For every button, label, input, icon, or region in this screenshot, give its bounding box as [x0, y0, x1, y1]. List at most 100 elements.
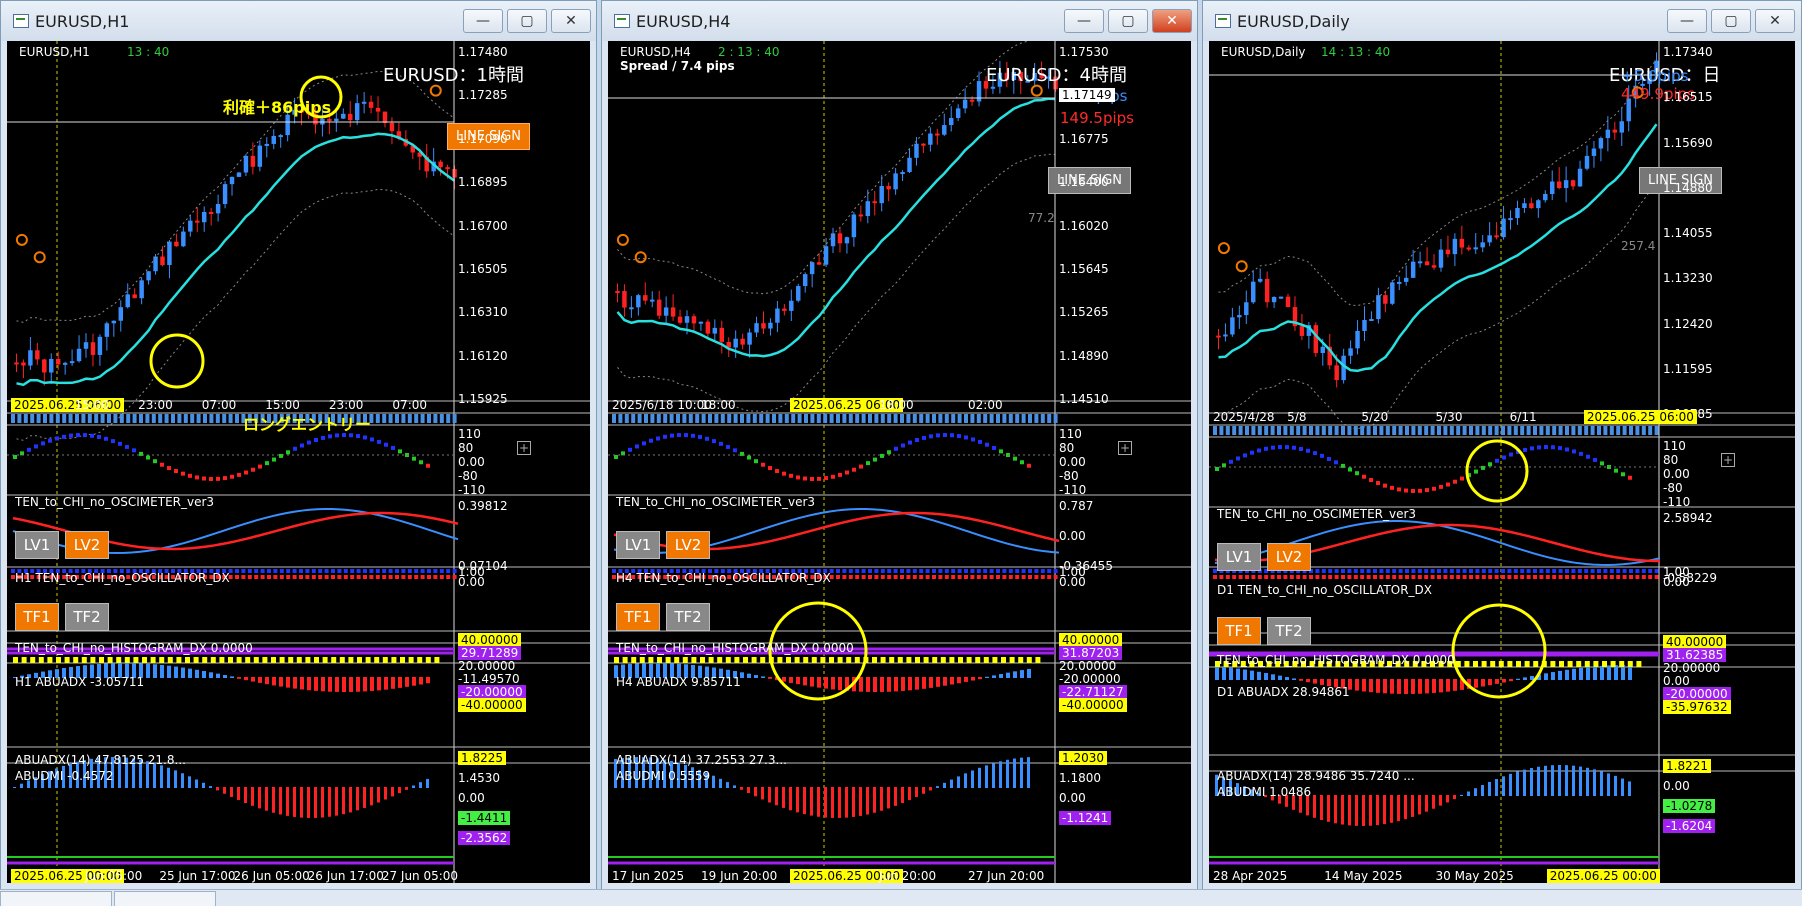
scroll-plus-icon[interactable]: + — [1118, 441, 1132, 455]
volume-block — [49, 414, 54, 423]
window-titlebar[interactable]: EURUSD,H4 — ▢ ✕ — [602, 1, 1197, 41]
histogram-block — [1430, 569, 1435, 573]
candle-body — [851, 214, 857, 238]
tf1-button[interactable]: TF1 — [15, 603, 59, 631]
histogram-block — [944, 575, 949, 579]
chart-area[interactable]: EURUSD,H4 2 : 13 : 40 Spread / 7.4 pips … — [608, 41, 1191, 883]
mdi-tab[interactable] — [114, 891, 216, 906]
lv2-button[interactable]: LV2 — [666, 531, 710, 559]
candle-body — [1334, 365, 1339, 381]
histogram-block — [1373, 569, 1377, 573]
histogram-block — [1008, 569, 1013, 573]
tf1-button[interactable]: TF1 — [1217, 617, 1261, 645]
volume-block — [1028, 414, 1032, 423]
volume-block — [848, 414, 853, 423]
tf1-button[interactable]: TF1 — [616, 603, 660, 631]
minimize-button[interactable]: — — [1064, 9, 1104, 33]
lv1-button[interactable]: LV1 — [616, 531, 660, 559]
adx-bar — [1411, 679, 1415, 694]
candle-body — [1390, 282, 1395, 304]
volume-block — [695, 414, 700, 423]
candle-body — [1612, 129, 1618, 133]
histogram-block — [970, 575, 975, 579]
dmi-bar — [1020, 757, 1023, 788]
candle-body — [1397, 281, 1402, 284]
price-label: 1.15690 — [1663, 135, 1713, 150]
tf2-button[interactable]: TF2 — [65, 603, 109, 631]
histogram-block — [382, 569, 387, 573]
adx-bar — [1376, 679, 1380, 693]
volume-block — [420, 414, 425, 423]
volume-block — [784, 414, 789, 423]
minimize-button[interactable]: — — [1667, 9, 1707, 33]
oscimeter-dot — [649, 438, 653, 443]
adx-bar — [1418, 679, 1422, 694]
adx-bar — [1020, 670, 1024, 678]
volume-block — [804, 414, 808, 423]
dmi-bar — [1551, 765, 1554, 796]
histogram-block — [1449, 569, 1454, 573]
volume-block — [1411, 426, 1416, 435]
oscimeter-dot — [118, 441, 122, 446]
chart-area[interactable]: EURUSD,H1 13 : 40 EURUSD：1時間 利確＋86pips ロ… — [7, 41, 590, 883]
chart-window-h4[interactable]: EURUSD,H4 — ▢ ✕ EURUSD,H4 2 : 13 : 40 Sp… — [601, 0, 1198, 890]
oscimeter-dot — [1509, 452, 1513, 457]
dmi-bar — [1495, 779, 1498, 796]
histogram-block — [989, 569, 994, 573]
adx-bar — [244, 677, 248, 681]
candle-body — [1230, 317, 1235, 335]
chart-window-h1[interactable]: EURUSD,H1 — ▢ ✕ EURUSD,H1 13 : 40 EURUSD… — [0, 0, 597, 890]
highlight-circle — [149, 333, 205, 389]
chart-area[interactable]: EURUSD,Daily 14 : 13 : 40 EURUSD：日 +5.0p… — [1209, 41, 1795, 883]
lv1-button[interactable]: LV1 — [15, 531, 59, 559]
histogram-block — [1584, 569, 1589, 573]
volume-block — [637, 414, 642, 423]
candle-body — [1320, 346, 1325, 354]
scroll-plus-icon[interactable]: + — [517, 441, 531, 455]
lv2-button[interactable]: LV2 — [1267, 543, 1311, 571]
close-button[interactable]: ✕ — [551, 9, 591, 33]
adx-bar — [1404, 679, 1408, 694]
lv1-button[interactable]: LV1 — [1217, 543, 1261, 571]
adx-strip — [734, 657, 740, 663]
volume-block — [906, 414, 911, 423]
minimize-button[interactable]: — — [463, 9, 503, 33]
candle-body — [969, 99, 975, 102]
mdi-tab[interactable] — [0, 891, 112, 906]
dmi-level-label: -1.4411 — [458, 811, 511, 825]
volume-block — [235, 414, 239, 423]
maximize-button[interactable]: ▢ — [1108, 9, 1148, 33]
lv2-button[interactable]: LV2 — [65, 531, 109, 559]
histogram-block — [1609, 569, 1614, 573]
adx-strip — [1627, 661, 1633, 667]
window-titlebar[interactable]: EURUSD,Daily — ▢ ✕ — [1203, 1, 1801, 41]
tf2-button[interactable]: TF2 — [666, 603, 710, 631]
maximize-button[interactable]: ▢ — [507, 9, 547, 33]
osc-level-label: -80 — [458, 469, 478, 483]
oscimeter-dot — [1215, 467, 1219, 471]
histogram-block — [938, 569, 943, 573]
adx-bar — [160, 664, 164, 678]
chart-window-daily[interactable]: EURUSD,Daily — ▢ ✕ EURUSD,Daily 14 : 13 … — [1202, 0, 1802, 890]
adx-level-label: 31.87203 — [1059, 646, 1123, 660]
scroll-plus-icon[interactable]: + — [1721, 453, 1735, 467]
close-button[interactable]: ✕ — [1755, 9, 1795, 33]
tf2-button[interactable]: TF2 — [1267, 617, 1311, 645]
histogram-block — [1513, 569, 1518, 573]
osc-level-label: 0.00 — [458, 455, 485, 469]
adx-strip — [1018, 657, 1024, 663]
adx-bar — [880, 677, 884, 692]
histogram-block — [241, 575, 246, 579]
volume-block — [75, 414, 79, 423]
window-titlebar[interactable]: EURUSD,H1 — ▢ ✕ — [1, 1, 596, 41]
dmi-bar — [733, 785, 736, 788]
volume-block — [816, 414, 821, 423]
dmi-bar — [1355, 795, 1358, 826]
histogram-block — [976, 569, 981, 573]
volume-block — [701, 414, 706, 423]
candle-body — [201, 211, 207, 223]
maximize-button[interactable]: ▢ — [1711, 9, 1751, 33]
oscimeter-dot — [1278, 445, 1282, 450]
close-button[interactable]: ✕ — [1152, 9, 1192, 33]
adx-bar — [265, 677, 269, 685]
